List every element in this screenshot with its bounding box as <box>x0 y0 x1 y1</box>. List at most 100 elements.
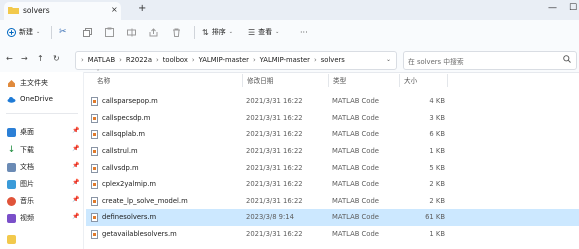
file-name: callstrul.m <box>102 147 138 155</box>
file-row[interactable]: callvsdp.m 2021/3/31 16:22 MATLAB Code 5… <box>86 160 579 177</box>
column-header-size[interactable]: 大小 <box>404 75 417 85</box>
back-icon[interactable]: ← <box>6 54 13 63</box>
breadcrumb-item[interactable]: MATLAB <box>88 56 115 64</box>
refresh-icon[interactable]: ↻ <box>53 54 60 63</box>
pin-icon[interactable]: 📌 <box>72 127 79 134</box>
view-icon: ☰ <box>248 27 256 37</box>
file-type: MATLAB Code <box>332 164 379 172</box>
new-button[interactable]: 新建 ⌄ <box>7 24 40 40</box>
minimize-icon[interactable]: — <box>548 3 557 13</box>
more-button[interactable]: ··· <box>300 24 308 40</box>
pin-icon[interactable]: 📌 <box>72 145 79 152</box>
sidebar-item-home[interactable]: 主文件夹 <box>7 76 48 90</box>
close-tab-icon[interactable]: × <box>111 5 118 14</box>
tab-solvers[interactable]: solvers × <box>4 2 121 20</box>
breadcrumb-item[interactable]: R2022a <box>126 56 152 64</box>
matlab-file-icon <box>91 197 98 206</box>
rename-button[interactable] <box>127 24 136 40</box>
up-icon[interactable]: ↑ <box>37 54 44 63</box>
matlab-file-icon <box>91 213 98 222</box>
chevron-down-icon: ⌄ <box>228 29 233 35</box>
sidebar-item-documents[interactable]: 文档 <box>7 160 34 174</box>
new-label: 新建 <box>19 28 33 36</box>
sort-button[interactable]: ⇅ 排序 ⌄ <box>202 24 233 40</box>
command-bar: 新建 ⌄ ✂ ⇅ 排序 ⌄ ☰ 查看 ⌄ ··· <box>0 20 579 45</box>
view-button[interactable]: ☰ 查看 ⌄ <box>248 24 279 40</box>
matlab-file-icon <box>91 97 98 106</box>
file-size: 2 KB <box>429 197 445 205</box>
breadcrumb-item[interactable]: YALMIP-master <box>260 56 310 64</box>
more-icon: ··· <box>300 27 308 37</box>
clipboard-icon <box>105 27 114 37</box>
column-divider[interactable] <box>447 74 448 87</box>
pin-icon[interactable]: 📌 <box>72 162 79 169</box>
sidebar-item-desktop[interactable]: 桌面 <box>7 125 34 139</box>
file-type: MATLAB Code <box>332 213 379 221</box>
breadcrumb-item[interactable]: toolbox <box>163 56 188 64</box>
column-header-name[interactable]: 名称 <box>97 75 110 85</box>
file-row[interactable]: callspecsdp.m 2021/3/31 16:22 MATLAB Cod… <box>86 110 579 127</box>
chevron-down-icon[interactable]: ⌄ <box>386 56 391 63</box>
column-header-type[interactable]: 类型 <box>333 75 346 85</box>
sort-icon: ⇅ <box>202 27 209 37</box>
file-size: 4 KB <box>429 97 445 105</box>
column-divider[interactable] <box>328 74 329 87</box>
file-date: 2021/3/31 16:22 <box>246 130 303 138</box>
breadcrumb-item[interactable]: solvers <box>321 56 345 64</box>
file-row[interactable]: callstrul.m 2021/3/31 16:22 MATLAB Code … <box>86 143 579 160</box>
file-row[interactable]: callsqplab.m 2021/3/31 16:22 MATLAB Code… <box>86 126 579 143</box>
cut-button[interactable]: ✂ <box>59 24 67 40</box>
file-size: 2 KB <box>429 180 445 188</box>
file-type: MATLAB Code <box>332 147 379 155</box>
file-type: MATLAB Code <box>332 97 379 105</box>
address-bar-row: ← → ↑ ↻ › MATLAB › R2022a › toolbox › YA… <box>0 45 579 73</box>
breadcrumb-separator: › <box>156 56 159 64</box>
pin-icon[interactable]: 📌 <box>72 196 79 203</box>
matlab-file-icon <box>91 230 98 239</box>
sort-label: 排序 <box>211 28 226 36</box>
file-row-selected[interactable]: definesolvers.m 2023/3/8 9:14 MATLAB Cod… <box>86 209 579 226</box>
file-name: create_lp_solve_model.m <box>102 197 188 205</box>
share-button[interactable] <box>149 24 158 40</box>
address-bar[interactable]: › MATLAB › R2022a › toolbox › YALMIP-mas… <box>75 51 397 70</box>
sidebar-item-onedrive[interactable]: OneDrive <box>7 92 53 106</box>
file-size: 1 KB <box>429 147 445 155</box>
sidebar-item-partial[interactable] <box>7 232 16 246</box>
sidebar-item-music[interactable]: 音乐 <box>7 194 34 208</box>
file-row[interactable]: cplex2yalmip.m 2021/3/31 16:22 MATLAB Co… <box>86 176 579 193</box>
new-tab-button[interactable]: + <box>138 3 146 14</box>
divider <box>51 26 52 39</box>
breadcrumb: › MATLAB › R2022a › toolbox › YALMIP-mas… <box>81 56 345 64</box>
sidebar-item-label: 文档 <box>20 163 34 171</box>
desktop-icon <box>7 127 16 137</box>
breadcrumb-item[interactable]: YALMIP-master <box>199 56 249 64</box>
sidebar-item-videos[interactable]: 视频 <box>7 211 34 225</box>
picture-icon <box>7 179 16 189</box>
file-row[interactable]: callsparsepop.m 2021/3/31 16:22 MATLAB C… <box>86 93 579 110</box>
search-input[interactable]: 在 solvers 中搜索 <box>403 51 577 70</box>
file-size: 5 KB <box>429 164 445 172</box>
file-type: MATLAB Code <box>332 230 379 238</box>
breadcrumb-separator: › <box>252 56 256 64</box>
trash-icon <box>173 28 180 37</box>
sidebar-item-pictures[interactable]: 图片 <box>7 177 34 191</box>
sidebar-item-downloads[interactable]: ↓ 下载 <box>7 143 34 157</box>
pin-icon[interactable]: 📌 <box>72 213 79 220</box>
paste-button[interactable] <box>105 24 114 40</box>
column-divider[interactable] <box>399 74 400 87</box>
copy-button[interactable] <box>83 24 92 40</box>
navigation-pane: 主文件夹 OneDrive 桌面 📌 ↓ 下载 📌 文档 📌 图片 📌 音乐 📌… <box>0 72 84 249</box>
breadcrumb-separator: › <box>81 56 84 64</box>
folder-icon <box>7 234 16 244</box>
forward-icon[interactable]: → <box>21 54 28 63</box>
file-row[interactable]: getavailablesolvers.m 2021/3/31 16:22 MA… <box>86 226 579 243</box>
chevron-down-icon: ⌄ <box>36 29 41 35</box>
column-divider[interactable] <box>242 74 243 87</box>
pin-icon[interactable]: 📌 <box>72 179 79 186</box>
file-date: 2021/3/31 16:22 <box>246 164 303 172</box>
maximize-icon[interactable]: ☐ <box>569 3 577 13</box>
file-row[interactable]: create_lp_solve_model.m 2021/3/31 16:22 … <box>86 193 579 210</box>
delete-button[interactable] <box>172 24 181 40</box>
column-header-date[interactable]: 修改日期 <box>247 75 273 85</box>
file-date: 2021/3/31 16:22 <box>246 147 303 155</box>
